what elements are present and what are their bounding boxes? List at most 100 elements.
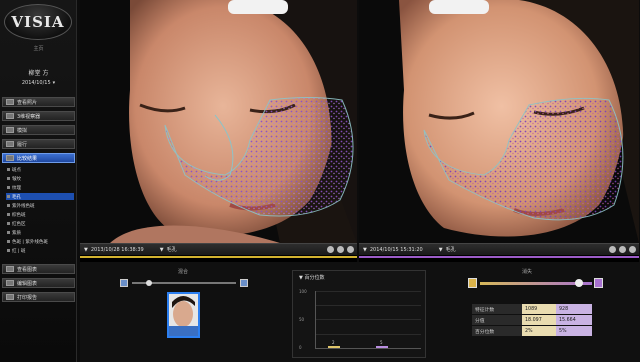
blend-title: 混合	[178, 269, 189, 275]
subitem-brown-spots[interactable]: 棕色斑	[6, 211, 74, 218]
gear-icon[interactable]	[629, 246, 636, 253]
gear-icon[interactable]	[347, 246, 354, 253]
sidebar-item-label: 比较结果	[17, 155, 38, 162]
stat-right-value: 5%	[556, 326, 592, 336]
fade-knob[interactable]	[575, 279, 583, 287]
patient-name: 柳堂 方	[28, 70, 49, 77]
sidebar-item-perform[interactable]: 履行	[2, 139, 75, 149]
bar-right	[376, 346, 388, 348]
bar-left-label: 2	[332, 340, 335, 345]
sidebar-item-label: 打印报告	[17, 294, 38, 301]
sidebar-item-simulate[interactable]: 模拟	[2, 125, 75, 135]
sidebar-item-label: 编辑图表	[17, 280, 38, 287]
edit-chart-icon	[6, 280, 14, 286]
sidebar-item-view-photos[interactable]: 查看照片	[2, 97, 75, 107]
subitem-wrinkles[interactable]: 皱纹	[6, 175, 74, 182]
compare-icon	[6, 155, 14, 161]
sidebar-item-label: 3维视察器	[17, 113, 41, 120]
gridline	[316, 334, 421, 335]
home-link[interactable]: 主页	[0, 45, 77, 52]
subitem-texture[interactable]: 纹理	[6, 184, 74, 191]
stat-left-value: 2%	[522, 326, 556, 336]
sidebar-item-label: 履行	[17, 141, 28, 148]
subitem-pores[interactable]: 毛孔	[6, 193, 74, 200]
caret-down-icon[interactable]: ▼	[160, 247, 164, 253]
right-mode-label[interactable]: 毛孔	[446, 246, 456, 253]
date-selector[interactable]: 2014/10/15 ▾	[0, 80, 77, 86]
fade-slider[interactable]	[468, 278, 604, 288]
sidebar-item-3d-viewer[interactable]: 3维视察器	[2, 111, 75, 121]
contrast-icon[interactable]	[327, 246, 334, 253]
wand-icon	[6, 127, 14, 133]
thumbnail-image	[169, 294, 198, 336]
sidebar-item-edit-chart[interactable]: 编辑图表	[2, 278, 75, 288]
right-face-photo[interactable]	[359, 0, 639, 243]
chart-icon	[6, 266, 14, 272]
photo-icon	[6, 99, 14, 105]
subitem-spots-uv[interactable]: 色斑 | 紫外线色斑	[6, 238, 74, 245]
sidebar-item-label: 模拟	[17, 127, 28, 134]
visia-logo[interactable]: VISIA	[4, 4, 72, 40]
percentile-graph: ▼ 百分位数 100 50 0 2 5	[292, 270, 426, 358]
right-panel-toolbar: ▼ 2014/10/15 15:31:20 ▼ 毛孔	[359, 243, 639, 255]
bottom-controls: 混合 ▼ 百分位数 100 50 0 2 5 消失 特征计数 1089 928 …	[80, 262, 640, 362]
cube-icon	[6, 113, 14, 119]
right-swatch-icon[interactable]	[594, 278, 603, 288]
stat-left-value: 18.097	[522, 315, 556, 325]
left-accent-line	[80, 256, 357, 258]
sidebar-item-print-report[interactable]: 打印报告	[2, 292, 75, 302]
contrast-icon[interactable]	[609, 246, 616, 253]
subitem-red-areas[interactable]: 红色区	[6, 220, 74, 227]
caret-down-icon[interactable]: ▼	[439, 247, 443, 253]
graph-title[interactable]: ▼ 百分位数	[299, 274, 324, 281]
date-value: 2014/10/15	[21, 80, 51, 86]
stat-label: 分值	[472, 315, 522, 325]
slider-track[interactable]	[132, 280, 236, 286]
right-image-icon[interactable]	[240, 279, 248, 287]
table-row: 百分位数 2% 5%	[472, 326, 594, 336]
sidebar-item-view-chart[interactable]: 查看图表	[2, 264, 75, 274]
stat-right-value: 928	[556, 304, 592, 314]
y-tick-100: 100	[299, 289, 307, 294]
printer-icon	[6, 294, 14, 300]
left-mode-label[interactable]: 毛孔	[167, 246, 177, 253]
left-timestamp[interactable]: 2013/10/28 16:38:39	[91, 247, 144, 253]
subitem-porphyrins[interactable]: 紫质	[6, 229, 74, 236]
stat-label: 特征计数	[472, 304, 522, 314]
stat-right-value: 15.664	[556, 315, 592, 325]
gridline	[316, 319, 421, 320]
right-accent-line	[359, 256, 639, 258]
zoom-icon[interactable]	[337, 246, 344, 253]
slider-knob[interactable]	[146, 280, 152, 286]
left-image-icon[interactable]	[120, 279, 128, 287]
gridline	[316, 305, 421, 306]
stat-label: 百分位数	[472, 326, 522, 336]
left-swatch-icon[interactable]	[468, 278, 477, 288]
subitem-uv-spots[interactable]: 紫外线色斑	[6, 202, 74, 209]
table-row: 分值 18.097 15.664	[472, 315, 594, 325]
sidebar-item-compare[interactable]: 比较结果	[2, 153, 75, 163]
caret-down-icon[interactable]: ▼	[363, 247, 367, 253]
left-face-photo[interactable]	[80, 0, 357, 243]
right-timestamp[interactable]: 2014/10/15 15:31:20	[370, 247, 423, 253]
run-icon	[6, 141, 14, 147]
stat-left-value: 1089	[522, 304, 556, 314]
graph-title-text: 百分位数	[304, 275, 325, 281]
right-image-panel: ▼ 2014/10/15 15:31:20 ▼ 毛孔	[359, 0, 639, 262]
subitem-spots[interactable]: 斑点	[6, 166, 74, 173]
sidebar: VISIA 主页 柳堂 方 2014/10/15 ▾ 查看照片 3维视察器 模拟 …	[0, 0, 77, 362]
graph-area: 2 5	[315, 291, 421, 349]
subitem-red-spots[interactable]: 红 | 斑	[6, 247, 74, 254]
bar-right-label: 5	[380, 340, 383, 345]
blend-slider[interactable]	[120, 279, 248, 287]
zoom-icon[interactable]	[619, 246, 626, 253]
stats-table: 特征计数 1089 928 分值 18.097 15.664 百分位数 2% 5…	[472, 304, 594, 337]
face-thumbnail[interactable]	[167, 292, 200, 338]
fade-title: 消失	[522, 269, 533, 275]
y-tick-50: 50	[299, 317, 305, 322]
gridline	[316, 291, 421, 292]
table-row: 特征计数 1089 928	[472, 304, 594, 314]
left-image-panel: ▼ 2013/10/28 16:38:39 ▼ 毛孔	[80, 0, 357, 262]
caret-down-icon[interactable]: ▼	[84, 247, 88, 253]
y-tick-0: 0	[299, 345, 302, 350]
